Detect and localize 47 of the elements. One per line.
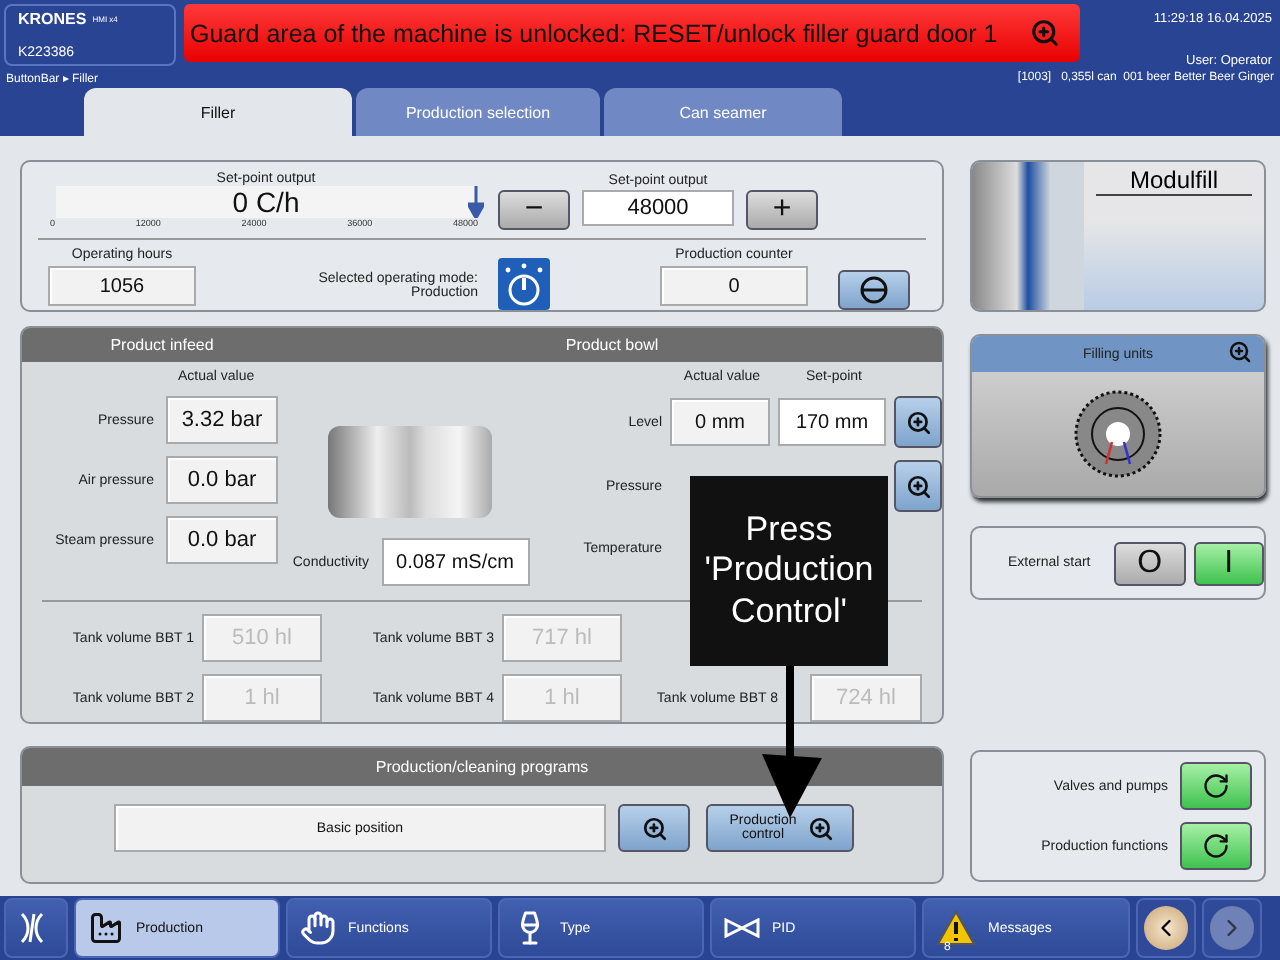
panel-title: Product infeed (108, 336, 216, 354)
value-field: 0.087 mS/cm (381, 538, 530, 586)
rotate-arrow-icon (1202, 772, 1230, 800)
panel-title: Product bowl (563, 336, 661, 354)
panel-title: Production/cleaning programs (373, 758, 591, 776)
back-button[interactable] (1136, 898, 1196, 958)
rotate-arrow-icon (1202, 832, 1230, 860)
valve-icon (724, 918, 760, 938)
operating-hours-value: 1056 (48, 266, 196, 306)
open-button[interactable] (1180, 822, 1252, 870)
value-field: 0.0 bar (166, 516, 278, 564)
output-reading: 0 C/h (230, 186, 302, 218)
zoom-icon (807, 815, 833, 841)
value-field: 0.0 bar (166, 456, 278, 504)
home-button[interactable] (4, 898, 68, 958)
factory-icon (88, 910, 124, 946)
open-button[interactable] (1180, 762, 1252, 810)
logo-icon (18, 910, 46, 946)
tab[interactable]: Filler (84, 88, 352, 136)
filler-carousel-drawing (1072, 388, 1164, 480)
tab[interactable]: Can seamer (604, 88, 842, 136)
tab[interactable]: Production selection (356, 88, 600, 136)
value-field: 0 mm (670, 398, 770, 446)
zoom-icon (641, 815, 667, 841)
alarm-banner[interactable]: Guard area of the machine is unlocked: RESET/unlock filler guard door 1 (184, 4, 1080, 62)
zoom-button[interactable] (618, 804, 690, 852)
reset-icon (860, 276, 888, 304)
production-counter-value: 0 (660, 266, 808, 306)
reset-counter-button[interactable] (838, 270, 910, 310)
machine-title: Modulfill (1096, 166, 1252, 196)
decrease-button[interactable]: − (498, 190, 570, 230)
on-button[interactable]: I (1193, 541, 1264, 585)
zoom-button[interactable] (894, 460, 942, 512)
zoom-icon (905, 473, 931, 499)
brand-name: KRONES (18, 10, 87, 28)
zoom-icon (905, 409, 931, 435)
value-field: 3.32 bar (166, 396, 278, 444)
zoom-icon (1030, 18, 1060, 48)
off-button[interactable]: O (1114, 541, 1186, 585)
hand-icon (300, 910, 336, 946)
setpoint-field[interactable]: 48000 (582, 190, 734, 226)
zoom-button[interactable] (894, 396, 942, 448)
zoom-icon (1228, 340, 1252, 364)
instruction-callout: Press 'Production Control' (690, 476, 888, 666)
increase-button[interactable]: + (746, 190, 818, 230)
setpoint-field[interactable]: 170 mm (778, 398, 886, 446)
mode-selector-icon (498, 257, 550, 309)
